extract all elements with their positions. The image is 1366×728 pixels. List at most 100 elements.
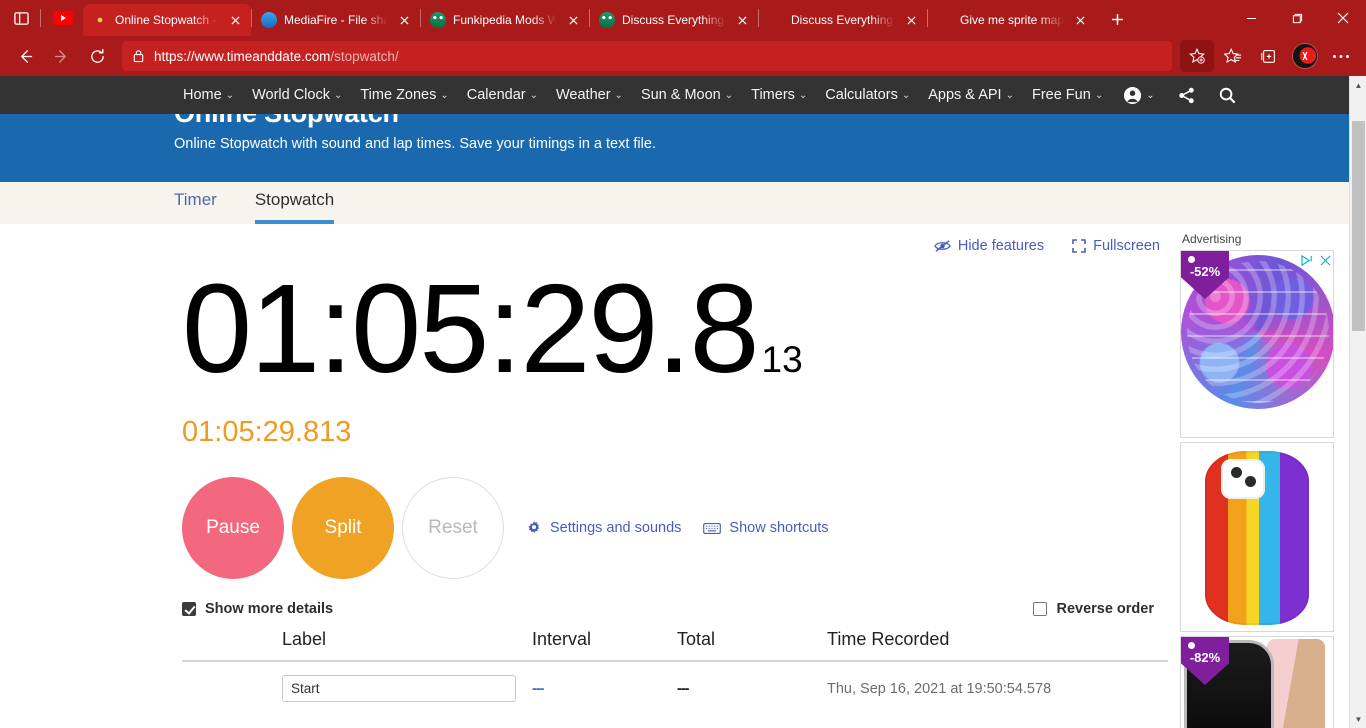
favorites-icon[interactable]: [1216, 40, 1250, 72]
col-spacer: [182, 629, 282, 662]
browser-tab-1[interactable]: MediaFire - File shari: [252, 4, 420, 36]
chevron-down-icon: ⌄: [798, 89, 808, 101]
show-shortcuts-button[interactable]: Show shortcuts: [703, 520, 829, 536]
nav-item-free-fun[interactable]: Free Fun ⌄: [1023, 76, 1112, 114]
search-icon[interactable]: [1207, 76, 1248, 114]
reset-button[interactable]: Reset: [402, 477, 504, 579]
page-hero: Online Stopwatch Online Stopwatch with s…: [0, 114, 1366, 182]
browser-tab-2[interactable]: Funkipedia Mods Wi: [421, 4, 589, 36]
table-row: --- --- Thu, Sep 16, 2021 at 19:50:54.57…: [182, 661, 1168, 702]
chevron-down-icon: ⌄: [440, 89, 449, 101]
settings-and-sounds-button[interactable]: Settings and sounds: [526, 520, 681, 536]
smartwatch-ad[interactable]: -82%: [1180, 636, 1334, 728]
row-spacer: [182, 661, 282, 702]
pause-button[interactable]: Pause: [182, 477, 284, 579]
browser-toolbar-right: [1180, 40, 1358, 72]
nav-item-time-zones[interactable]: Time Zones ⌄: [351, 76, 457, 114]
lap-label-input[interactable]: [282, 675, 516, 702]
nav-item-timers[interactable]: Timers ⌄: [742, 76, 816, 114]
scrollbar-thumb[interactable]: [1352, 121, 1365, 331]
fandom-icon: [430, 12, 446, 28]
profile-avatar[interactable]: [1288, 40, 1322, 72]
add-favorite-icon[interactable]: [1180, 40, 1214, 72]
tab-title: Discuss Everything A: [622, 13, 726, 27]
site-navigation: Home ⌄ World Clock ⌄ Time Zones ⌄ Calendar ⌄…: [0, 76, 1366, 114]
flame-icon: [937, 12, 953, 28]
tab-timer[interactable]: Timer: [174, 182, 231, 224]
scroll-up-arrow[interactable]: ▲: [1350, 76, 1366, 94]
settings-more-icon[interactable]: [1324, 40, 1358, 72]
restore-button[interactable]: [1274, 0, 1320, 36]
stopwatch-options: Show more details Reverse order: [182, 601, 1168, 617]
row-total: ---: [677, 680, 690, 697]
close-icon[interactable]: [1320, 253, 1331, 271]
adchoices-icon[interactable]: [1301, 253, 1314, 271]
nav-item-calculators[interactable]: Calculators ⌄: [816, 76, 919, 114]
tab-close-icon[interactable]: [901, 10, 921, 30]
page-content: Hide features Fullscreen 01:05:29.8 13 01…: [0, 224, 1366, 728]
browser-tab-strip: Online Stopwatch - e MediaFire - File sh…: [0, 0, 1366, 36]
forward-button[interactable]: [44, 40, 78, 72]
settings-label: Settings and sounds: [550, 520, 682, 536]
row-interval: ---: [532, 680, 545, 697]
fandom-icon: [599, 12, 615, 28]
close-button[interactable]: [1320, 0, 1366, 36]
browser-tab-5[interactable]: Give me sprite maps/: [928, 4, 1096, 36]
new-tab-button[interactable]: [1102, 4, 1132, 34]
nav-item-apps-api[interactable]: Apps & API ⌄: [919, 76, 1023, 114]
fullscreen-label: Fullscreen: [1093, 238, 1160, 254]
rainbow-phone-case-ad[interactable]: [1180, 442, 1334, 632]
page-subtitle: Online Stopwatch with sound and lap time…: [174, 136, 656, 152]
tab-close-icon[interactable]: [1070, 10, 1090, 30]
reverse-order-checkbox[interactable]: Reverse order: [1033, 601, 1154, 617]
nav-item-world-clock[interactable]: World Clock ⌄: [243, 76, 351, 114]
nav-item-home[interactable]: Home ⌄: [174, 76, 243, 114]
fullscreen-button[interactable]: Fullscreen: [1072, 238, 1160, 254]
stopwatch-milliseconds: 13: [761, 339, 803, 380]
show-more-details-checkbox[interactable]: Show more details: [182, 601, 333, 617]
minimize-button[interactable]: [1228, 0, 1274, 36]
tab-stopwatch[interactable]: Stopwatch: [254, 182, 335, 224]
page-tab-bar: Timer Stopwatch: [0, 182, 1366, 224]
reload-button[interactable]: [80, 40, 114, 72]
scroll-down-arrow[interactable]: ▼: [1350, 710, 1366, 728]
share-icon[interactable]: [1166, 76, 1207, 114]
checkbox-box: [1033, 602, 1048, 616]
show-more-details-label: Show more details: [205, 601, 334, 617]
account-circle-icon[interactable]: ⌄: [1112, 76, 1165, 114]
hide-features-button[interactable]: Hide features: [934, 238, 1044, 254]
nav-label: Home: [183, 87, 222, 103]
mediafire-icon: [261, 12, 277, 28]
collections-icon[interactable]: [1252, 40, 1286, 72]
chevron-down-icon: ⌄: [1005, 89, 1014, 101]
chevron-down-icon: ⌄: [724, 89, 734, 101]
page-scrollbar[interactable]: ▲ ▼: [1349, 76, 1366, 728]
youtube-pinned-tab[interactable]: [43, 2, 83, 34]
back-button[interactable]: [8, 40, 42, 72]
tab-close-icon[interactable]: [225, 10, 245, 30]
tab-list-icon[interactable]: [4, 3, 38, 33]
address-input[interactable]: https://www.timeanddate.com/stopwatch/: [122, 41, 1172, 71]
nav-label: Sun & Moon: [640, 87, 721, 103]
chevron-down-icon: ⌄: [333, 89, 343, 101]
tab-close-icon[interactable]: [563, 10, 583, 30]
browser-tab-3[interactable]: Discuss Everything A: [590, 4, 758, 36]
hide-features-label: Hide features: [957, 238, 1045, 254]
nav-label: Time Zones: [360, 87, 437, 103]
tab-close-icon[interactable]: [394, 10, 414, 30]
nav-item-calendar[interactable]: Calendar ⌄: [458, 76, 547, 114]
flame-icon: [768, 12, 784, 28]
page-viewport: Home ⌄ World Clock ⌄ Time Zones ⌄ Calendar ⌄…: [0, 76, 1366, 728]
split-button[interactable]: Split: [292, 477, 394, 579]
popit-fidget-ad[interactable]: -52%: [1180, 250, 1334, 438]
tab-close-icon[interactable]: [732, 10, 752, 30]
shortcuts-label: Show shortcuts: [729, 520, 829, 536]
nav-item-sun-moon[interactable]: Sun & Moon ⌄: [632, 76, 742, 114]
stopwatch-icon: [92, 12, 108, 28]
nav-item-weather[interactable]: Weather ⌄: [547, 76, 632, 114]
browser-tab-0[interactable]: Online Stopwatch - e: [83, 4, 251, 36]
nav-label: Calculators: [825, 87, 898, 103]
browser-tab-4[interactable]: Discuss Everything A: [759, 4, 927, 36]
browser-window: Online Stopwatch - e MediaFire - File sh…: [0, 0, 1366, 728]
tab-title: MediaFire - File shari: [284, 13, 388, 27]
